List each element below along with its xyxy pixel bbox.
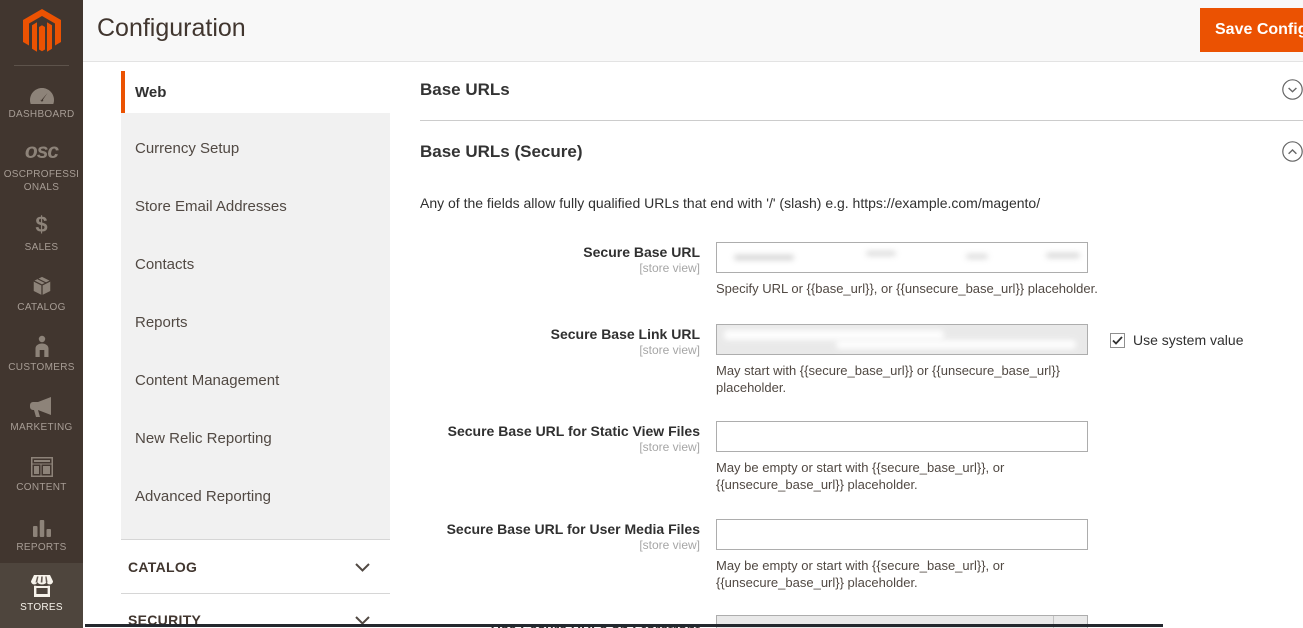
- field-scope: [store view]: [639, 261, 700, 275]
- config-nav-item-advanced-reporting[interactable]: Advanced Reporting: [121, 467, 390, 525]
- sidebar-item-label: CUSTOMERS: [8, 362, 75, 373]
- sidebar-item-label: MARKETING: [10, 422, 73, 433]
- section-title: Base URLs (Secure): [420, 141, 583, 161]
- content-icon: [30, 453, 53, 477]
- sidebar-item-label: OSCPROFESSIONALS: [3, 169, 80, 193]
- sidebar-item-sales[interactable]: $ SALES: [0, 203, 83, 263]
- field-label: Secure Base URL: [583, 244, 700, 260]
- config-nav-section-security[interactable]: SECURITY: [121, 593, 390, 628]
- section-description: Any of the fields allow fully qualified …: [420, 195, 1041, 211]
- use-system-value-label: Use system value: [1133, 332, 1244, 348]
- secure-base-media-url-input[interactable]: [716, 519, 1088, 550]
- field-note: May be empty or start with {{secure_base…: [716, 460, 1005, 492]
- sidebar-item-catalog[interactable]: CATALOG: [0, 263, 83, 323]
- section-base-urls: Base URLs: [420, 79, 1303, 100]
- oscprofessionals-icon: osc: [24, 140, 59, 163]
- sidebar-divider: [14, 65, 69, 66]
- config-nav-item-currency-setup[interactable]: Currency Setup: [121, 119, 390, 177]
- sidebar-item-reports[interactable]: REPORTS: [0, 503, 83, 563]
- sidebar-item-label: CATALOG: [17, 302, 66, 313]
- chevron-down-icon: [355, 559, 370, 575]
- sales-icon: $: [35, 212, 48, 237]
- field-scope: [store view]: [639, 440, 700, 454]
- config-nav-item-store-email-addresses[interactable]: Store Email Addresses: [121, 177, 390, 235]
- config-nav-general-panel: Currency Setup Store Email Addresses Con…: [121, 113, 390, 539]
- config-nav: Web Currency Setup Store Email Addresses…: [121, 71, 390, 628]
- field-note: May start with {{secure_base_url}} or {{…: [716, 363, 1061, 395]
- secure-base-url-input[interactable]: [716, 242, 1088, 273]
- magento-logo[interactable]: [0, 0, 83, 62]
- sidebar-item-label: REPORTS: [16, 542, 67, 553]
- use-system-value-checkbox[interactable]: [1110, 332, 1125, 348]
- field-note: May be empty or start with {{secure_base…: [716, 558, 1005, 590]
- config-nav-item-reports[interactable]: Reports: [121, 293, 390, 351]
- sidebar-item-dashboard[interactable]: DASHBOARD: [0, 70, 83, 130]
- sidebar-item-marketing[interactable]: MARKETING: [0, 383, 83, 443]
- save-config-button[interactable]: Save Config: [1200, 8, 1303, 52]
- field-label: Secure Base URL for User Media Files: [446, 521, 700, 537]
- config-nav-item-new-relic-reporting[interactable]: New Relic Reporting: [121, 409, 390, 467]
- sidebar-item-label: DASHBOARD: [8, 109, 75, 120]
- sidebar-item-label: STORES: [20, 602, 63, 613]
- sidebar-item-oscprofessionals[interactable]: osc OSCPROFESSIONALS: [0, 130, 83, 203]
- collapse-chevron-up-icon[interactable]: [1282, 141, 1303, 162]
- main-content: Base URLs Base URLs (Secure) Any of the …: [420, 63, 1303, 628]
- section-title: Base URLs: [420, 79, 510, 99]
- catalog-icon: [31, 273, 53, 297]
- sidebar-item-stores[interactable]: STORES: [0, 563, 83, 628]
- config-nav-section-label: CATALOG: [128, 558, 198, 575]
- field-scope: [store view]: [639, 538, 700, 552]
- collapse-chevron-down-icon[interactable]: [1282, 79, 1303, 100]
- field-scope: [store view]: [639, 343, 700, 357]
- page-header: Configuration Save Config: [83, 0, 1303, 62]
- sidebar-item-label: CONTENT: [16, 482, 67, 493]
- magento-logo-icon: [22, 9, 61, 52]
- field-label: Secure Base URL for Static View Files: [447, 423, 700, 439]
- stores-icon: [30, 573, 54, 597]
- admin-sidebar: DASHBOARD osc OSCPROFESSIONALS $ SALES C…: [0, 0, 83, 628]
- config-nav-item-content-management[interactable]: Content Management: [121, 351, 390, 409]
- config-nav-item-web-active[interactable]: Web: [121, 71, 390, 113]
- sidebar-item-label: SALES: [24, 242, 59, 253]
- config-nav-section-catalog[interactable]: CATALOG: [121, 539, 390, 593]
- secure-base-link-url-input[interactable]: [716, 324, 1088, 355]
- marketing-icon: [29, 393, 54, 417]
- customers-icon: [32, 333, 52, 357]
- dashboard-icon: [29, 80, 54, 104]
- window-bottom-edge: [85, 624, 1163, 627]
- sidebar-item-customers[interactable]: CUSTOMERS: [0, 323, 83, 383]
- use-system-value-control[interactable]: Use system value: [1110, 332, 1243, 348]
- page-title: Configuration: [97, 14, 246, 42]
- config-nav-item-contacts[interactable]: Contacts: [121, 235, 390, 293]
- sidebar-item-content[interactable]: CONTENT: [0, 443, 83, 503]
- reports-icon: [32, 513, 52, 537]
- section-divider: [420, 120, 1303, 121]
- secure-base-static-url-input[interactable]: [716, 421, 1088, 452]
- section-base-urls-secure: Base URLs (Secure): [420, 141, 1303, 162]
- field-note: Specify URL or {{base_url}}, or {{unsecu…: [716, 281, 1098, 296]
- field-label: Secure Base Link URL: [550, 326, 700, 342]
